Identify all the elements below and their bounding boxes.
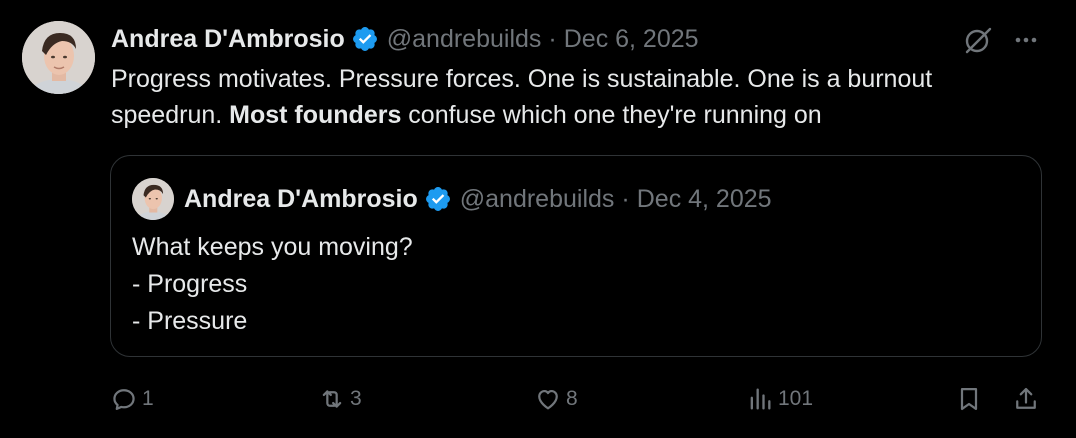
bookmark-icon xyxy=(960,387,978,411)
bookmark-button[interactable] xyxy=(955,379,983,419)
repost-icon xyxy=(322,390,342,408)
author-handle[interactable]: @andrebuilds xyxy=(387,25,542,54)
quoted-header: Andrea D'Ambrosio @andrebuilds · Dec 4, … xyxy=(184,180,772,218)
quoted-line: - Progress xyxy=(132,270,248,298)
more-icon[interactable] xyxy=(1010,24,1042,56)
tweet-header: Andrea D'Ambrosio @andrebuilds · Dec 6, … xyxy=(111,21,699,57)
heart-icon xyxy=(538,389,558,410)
tweet[interactable]: Andrea D'Ambrosio @andrebuilds · Dec 6, … xyxy=(0,0,1076,438)
repost-count: 3 xyxy=(350,387,362,410)
quoted-line: What keeps you moving? xyxy=(132,233,413,261)
quoted-avatar[interactable] xyxy=(132,178,174,220)
quoted-author-name: Andrea D'Ambrosio xyxy=(184,184,418,213)
quoted-separator-dot: · xyxy=(621,184,630,213)
tweet-text: Progress motivates. Pressure forces. One… xyxy=(111,61,1041,133)
like-count: 8 xyxy=(566,387,578,410)
quoted-tweet[interactable]: Andrea D'Ambrosio @andrebuilds · Dec 4, … xyxy=(110,155,1042,357)
verified-badge-icon xyxy=(424,185,452,213)
quoted-line: - Pressure xyxy=(132,307,248,335)
repost-button[interactable]: 3 xyxy=(318,379,362,419)
author-name[interactable]: Andrea D'Ambrosio xyxy=(111,25,345,54)
views-count: 101 xyxy=(778,387,814,410)
like-button[interactable]: 8 xyxy=(534,379,578,419)
quoted-author-handle: @andrebuilds xyxy=(459,184,615,213)
tweet-text-part2: confuse which one they're running on xyxy=(401,101,822,129)
reply-button[interactable]: 1 xyxy=(110,379,154,419)
avatar-image xyxy=(22,21,95,94)
quoted-avatar-image xyxy=(132,178,174,220)
reply-count: 1 xyxy=(142,387,154,410)
reply-icon xyxy=(113,389,135,411)
avatar[interactable] xyxy=(22,21,95,94)
views-button[interactable]: 101 xyxy=(746,379,813,419)
verified-badge-icon xyxy=(351,25,379,53)
views-icon xyxy=(750,388,771,410)
separator-dot: · xyxy=(548,24,557,53)
grok-icon[interactable] xyxy=(962,24,994,56)
share-icon xyxy=(1016,387,1036,409)
tweet-text-bold: Most founders xyxy=(229,101,402,129)
share-button[interactable] xyxy=(1012,379,1040,419)
quoted-date: Dec 4, 2025 xyxy=(636,184,772,213)
tweet-date[interactable]: Dec 6, 2025 xyxy=(564,25,699,54)
action-bar: 1 3 8 101 xyxy=(110,379,1045,419)
quoted-text: What keeps you moving? - Progress - Pres… xyxy=(132,229,413,340)
